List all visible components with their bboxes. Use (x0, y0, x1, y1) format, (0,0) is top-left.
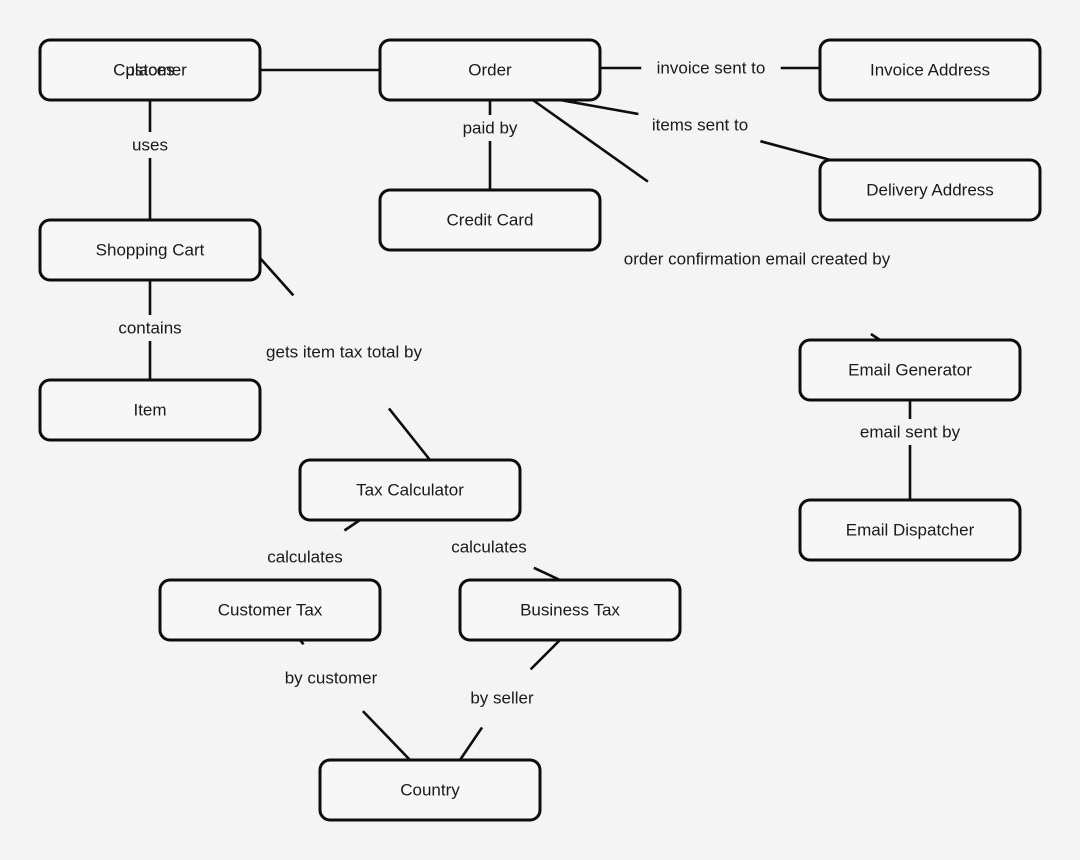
edge-label-order-items-sent-to-delivery-address: items sent to (652, 115, 748, 134)
edge-label-customer-uses-shopping-cart: uses (132, 135, 168, 154)
edge-label-order-confirmation-email-created-by-email-generator: order confirmation email created by (624, 249, 891, 268)
edge-label-text: calculates (451, 537, 527, 556)
edge-label-tax-calculator-calculates-business-tax: calculates (451, 537, 527, 556)
edge-label-text: uses (132, 135, 168, 154)
node-item[interactable]: Item (38, 378, 262, 442)
node-business_tax[interactable]: Business Tax (458, 578, 682, 642)
edge-tax-calculator-calculates-customer-tax (343, 518, 361, 532)
node-delivery_address[interactable]: Delivery Address (818, 158, 1042, 222)
node-email_dispatcher[interactable]: Email Dispatcher (798, 498, 1022, 562)
edges-layer (148, 66, 912, 761)
edge-label-text: email sent by (860, 422, 961, 441)
node-box[interactable] (798, 338, 1022, 402)
edge-label-text: contains (118, 318, 181, 337)
node-customer_tax[interactable]: Customer Tax (158, 578, 382, 642)
node-box[interactable] (318, 758, 542, 822)
node-box[interactable] (38, 378, 262, 442)
node-box[interactable] (38, 218, 262, 282)
edge-tax-calculator-calculates-business-tax (533, 566, 561, 582)
edge-label-text: by seller (470, 688, 534, 707)
edge-customer-tax-by-customer-country (298, 639, 411, 761)
edge-business-tax-by-seller-country (458, 639, 561, 761)
node-email_generator[interactable]: Email Generator (798, 338, 1022, 402)
node-box[interactable] (38, 38, 262, 102)
diagram-canvas: Customer Order Invoice Address Delivery Add… (0, 0, 1080, 860)
edge-label-email-generator-email-sent-by-email-dispatcher: email sent by (860, 422, 961, 441)
node-invoice_address[interactable]: Invoice Address (818, 38, 1042, 102)
edge-label-shopping-cart-gets-item-tax-total-by-tax-calculator: gets item tax total by (266, 342, 422, 361)
edge-label-order-paid-by-credit-card: paid by (463, 118, 518, 137)
entity-relationship-diagram: Customer Order Invoice Address Delivery Add… (38, 38, 1042, 822)
edge-order-items-sent-to-delivery-address (559, 98, 839, 164)
edge-label-text: calculates (267, 547, 343, 566)
edge-label-business-tax-by-seller-country: by seller (470, 688, 534, 707)
edge-shopping-cart-gets-item-tax-total-by-tax-calculator (259, 257, 432, 461)
edge-label-customer-tax-by-customer-country: by customer (285, 668, 378, 687)
edge-label-text: by customer (285, 668, 378, 687)
edge-label-shopping-cart-contains-item: contains (118, 318, 181, 337)
node-box[interactable] (458, 578, 682, 642)
edge-label-text: gets item tax total by (266, 342, 422, 361)
node-order[interactable]: Order (378, 38, 602, 102)
node-box[interactable] (378, 188, 602, 252)
nodes-layer: Customer Order Invoice Address Delivery Add… (38, 38, 1042, 822)
node-customer[interactable]: Customer (38, 38, 262, 102)
node-box[interactable] (818, 38, 1042, 102)
edge-label-order-invoice-sent-to-invoice-address: invoice sent to (657, 58, 766, 77)
node-box[interactable] (378, 38, 602, 102)
edge-label-tax-calculator-calculates-customer-tax: calculates (267, 547, 343, 566)
node-box[interactable] (818, 158, 1042, 222)
node-box[interactable] (798, 498, 1022, 562)
node-country[interactable]: Country (318, 758, 542, 822)
node-box[interactable] (158, 578, 382, 642)
edge-label-text: items sent to (652, 115, 748, 134)
node-box[interactable] (298, 458, 522, 522)
edge-label-text: paid by (463, 118, 518, 137)
edge-label-text: invoice sent to (657, 58, 766, 77)
node-tax_calculator[interactable]: Tax Calculator (298, 458, 522, 522)
edge-label-text: order confirmation email created by (624, 249, 891, 268)
node-shopping_cart[interactable]: Shopping Cart (38, 218, 262, 282)
node-credit_card[interactable]: Credit Card (378, 188, 602, 252)
